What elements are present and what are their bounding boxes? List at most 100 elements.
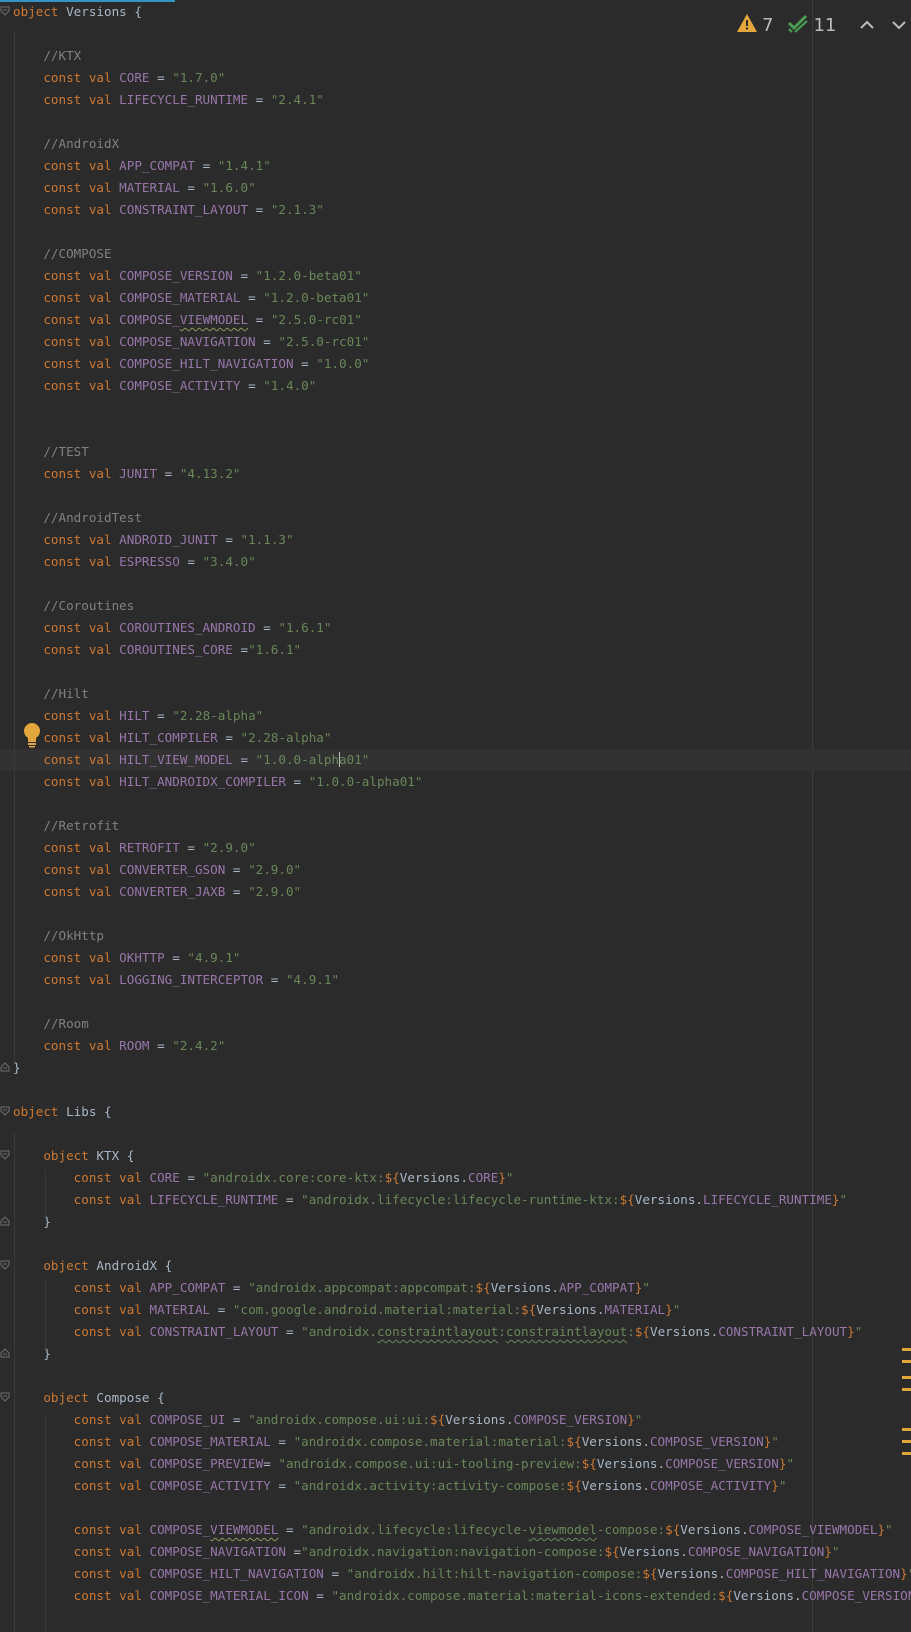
- code-line[interactable]: const val ROOM = "2.4.2": [0, 1035, 911, 1057]
- code-line[interactable]: //OkHttp: [0, 925, 911, 947]
- fold-toggle-icon[interactable]: [0, 1062, 10, 1072]
- code-line[interactable]: const val CONSTRAINT_LAYOUT = "androidx.…: [0, 1321, 911, 1343]
- code-line[interactable]: const val COMPOSE_PREVIEW= "androidx.com…: [0, 1453, 911, 1475]
- empty-code-line[interactable]: [0, 1497, 911, 1519]
- code-line[interactable]: const val ANDROID_JUNIT = "1.1.3": [0, 529, 911, 551]
- code-line[interactable]: const val LOGGING_INTERCEPTOR = "4.9.1": [0, 969, 911, 991]
- code-token: ": [778, 1478, 787, 1493]
- code-line[interactable]: //AndroidTest: [0, 507, 911, 529]
- fold-toggle-icon[interactable]: [0, 1348, 10, 1358]
- code-line[interactable]: //TEST: [0, 441, 911, 463]
- code-line[interactable]: const val CONVERTER_GSON = "2.9.0": [0, 859, 911, 881]
- code-line[interactable]: object AndroidX {: [0, 1255, 911, 1277]
- error-stripe-mark[interactable]: [902, 1452, 911, 1455]
- code-line[interactable]: const val COMPOSE_HILT_NAVIGATION = "and…: [0, 1563, 911, 1585]
- code-line[interactable]: const val COMPOSE_NAVIGATION ="androidx.…: [0, 1541, 911, 1563]
- error-stripe-mark[interactable]: [902, 1388, 911, 1391]
- code-line[interactable]: const val MATERIAL = "1.6.0": [0, 177, 911, 199]
- code-line[interactable]: //AndroidX: [0, 133, 911, 155]
- code-line[interactable]: const val COMPOSE_VERSION = "1.2.0-beta0…: [0, 265, 911, 287]
- code-line[interactable]: const val HILT = "2.28-alpha": [0, 705, 911, 727]
- empty-code-line[interactable]: [0, 1365, 911, 1387]
- chevron-down-icon[interactable]: [888, 14, 910, 36]
- code-line[interactable]: const val COMPOSE_ACTIVITY = "androidx.a…: [0, 1475, 911, 1497]
- code-line[interactable]: const val ESPRESSO = "3.4.0": [0, 551, 911, 573]
- error-stripe-mark[interactable]: [902, 1428, 911, 1431]
- ok-group[interactable]: 11: [787, 13, 836, 38]
- code-line[interactable]: const val JUNIT = "4.13.2": [0, 463, 911, 485]
- fold-toggle-icon[interactable]: [0, 1392, 10, 1402]
- code-token: COMPOSE_MATERIAL: [119, 290, 241, 305]
- code-line[interactable]: const val COMPOSE_VIEWMODEL = "androidx.…: [0, 1519, 911, 1541]
- code-line[interactable]: }: [0, 1057, 911, 1079]
- code-line[interactable]: const val CORE = "androidx.core:core-ktx…: [0, 1167, 911, 1189]
- fold-toggle-icon[interactable]: [0, 1106, 10, 1116]
- fold-toggle-icon[interactable]: [0, 6, 10, 16]
- code-line[interactable]: //KTX: [0, 45, 911, 67]
- empty-code-line[interactable]: [0, 991, 911, 1013]
- code-line[interactable]: const val OKHTTP = "4.9.1": [0, 947, 911, 969]
- lightbulb-icon[interactable]: [22, 722, 42, 748]
- empty-code-line[interactable]: [0, 573, 911, 595]
- code-line[interactable]: //Hilt: [0, 683, 911, 705]
- code-line[interactable]: const val COMPOSE_MATERIAL = "androidx.c…: [0, 1431, 911, 1453]
- fold-toggle-icon[interactable]: [0, 1260, 10, 1270]
- chevron-up-icon[interactable]: [856, 14, 878, 36]
- code-line[interactable]: const val HILT_COMPILER = "2.28-alpha": [0, 727, 911, 749]
- empty-code-line[interactable]: [0, 419, 911, 441]
- code-token: "2.28-alpha": [240, 730, 332, 745]
- code-editor[interactable]: object Versions { //KTX const val CORE =…: [0, 0, 911, 1632]
- error-stripe-mark[interactable]: [902, 1360, 911, 1363]
- code-line[interactable]: //Retrofit: [0, 815, 911, 837]
- empty-code-line[interactable]: [0, 397, 911, 419]
- code-line[interactable]: //Room: [0, 1013, 911, 1035]
- fold-toggle-icon[interactable]: [0, 1150, 10, 1160]
- empty-code-line[interactable]: [0, 1123, 911, 1145]
- empty-code-line[interactable]: [0, 1079, 911, 1101]
- code-line[interactable]: const val COMPOSE_MATERIAL = "1.2.0-beta…: [0, 287, 911, 309]
- code-line[interactable]: const val COMPOSE_NAVIGATION = "2.5.0-rc…: [0, 331, 911, 353]
- code-line[interactable]: const val CONVERTER_JAXB = "2.9.0": [0, 881, 911, 903]
- code-token: COMPOSE_VERSION: [649, 1434, 764, 1449]
- empty-code-line[interactable]: [0, 661, 911, 683]
- code-line[interactable]: const val CORE = "1.7.0": [0, 67, 911, 89]
- empty-code-line[interactable]: [0, 793, 911, 815]
- empty-code-line[interactable]: [0, 221, 911, 243]
- empty-code-line[interactable]: [0, 485, 911, 507]
- fold-toggle-icon[interactable]: [0, 1216, 10, 1226]
- code-line[interactable]: const val COROUTINES_CORE ="1.6.1": [0, 639, 911, 661]
- code-line[interactable]: const val HILT_VIEW_MODEL = "1.0.0-alpha…: [0, 749, 911, 771]
- code-token: }: [900, 1566, 908, 1581]
- error-stripe-mark[interactable]: [902, 1348, 911, 1351]
- error-stripe-mark[interactable]: [902, 1376, 911, 1379]
- code-line[interactable]: object KTX {: [0, 1145, 911, 1167]
- code-token: ${: [665, 1522, 681, 1537]
- code-line[interactable]: const val MATERIAL = "com.google.android…: [0, 1299, 911, 1321]
- code-line[interactable]: const val COMPOSE_HILT_NAVIGATION = "1.0…: [0, 353, 911, 375]
- code-line[interactable]: const val COMPOSE_UI = "androidx.compose…: [0, 1409, 911, 1431]
- code-line[interactable]: const val COROUTINES_ANDROID = "1.6.1": [0, 617, 911, 639]
- code-line[interactable]: const val LIFECYCLE_RUNTIME = "androidx.…: [0, 1189, 911, 1211]
- code-line[interactable]: const val APP_COMPAT = "androidx.appcomp…: [0, 1277, 911, 1299]
- inspection-widget[interactable]: 7 11: [736, 10, 910, 40]
- code-line[interactable]: const val APP_COMPAT = "1.4.1": [0, 155, 911, 177]
- code-line[interactable]: }: [0, 1211, 911, 1233]
- code-line[interactable]: const val HILT_ANDROIDX_COMPILER = "1.0.…: [0, 771, 911, 793]
- code-line[interactable]: //Coroutines: [0, 595, 911, 617]
- error-stripe-mark[interactable]: [902, 1440, 911, 1443]
- code-token: Versions.: [596, 1456, 666, 1471]
- code-line[interactable]: const val LIFECYCLE_RUNTIME = "2.4.1": [0, 89, 911, 111]
- code-line[interactable]: const val COMPOSE_ACTIVITY = "1.4.0": [0, 375, 911, 397]
- code-line[interactable]: const val COMPOSE_MATERIAL_ICON = "andro…: [0, 1585, 911, 1607]
- code-line[interactable]: //COMPOSE: [0, 243, 911, 265]
- code-line[interactable]: const val CONSTRAINT_LAYOUT = "2.1.3": [0, 199, 911, 221]
- code-line[interactable]: const val RETROFIT = "2.9.0": [0, 837, 911, 859]
- code-line[interactable]: object Libs {: [0, 1101, 911, 1123]
- warnings-group[interactable]: 7: [736, 13, 773, 38]
- empty-code-line[interactable]: [0, 111, 911, 133]
- code-line[interactable]: const val COMPOSE_VIEWMODEL = "2.5.0-rc0…: [0, 309, 911, 331]
- empty-code-line[interactable]: [0, 1233, 911, 1255]
- empty-code-line[interactable]: [0, 903, 911, 925]
- code-line[interactable]: }: [0, 1343, 911, 1365]
- code-line[interactable]: object Compose {: [0, 1387, 911, 1409]
